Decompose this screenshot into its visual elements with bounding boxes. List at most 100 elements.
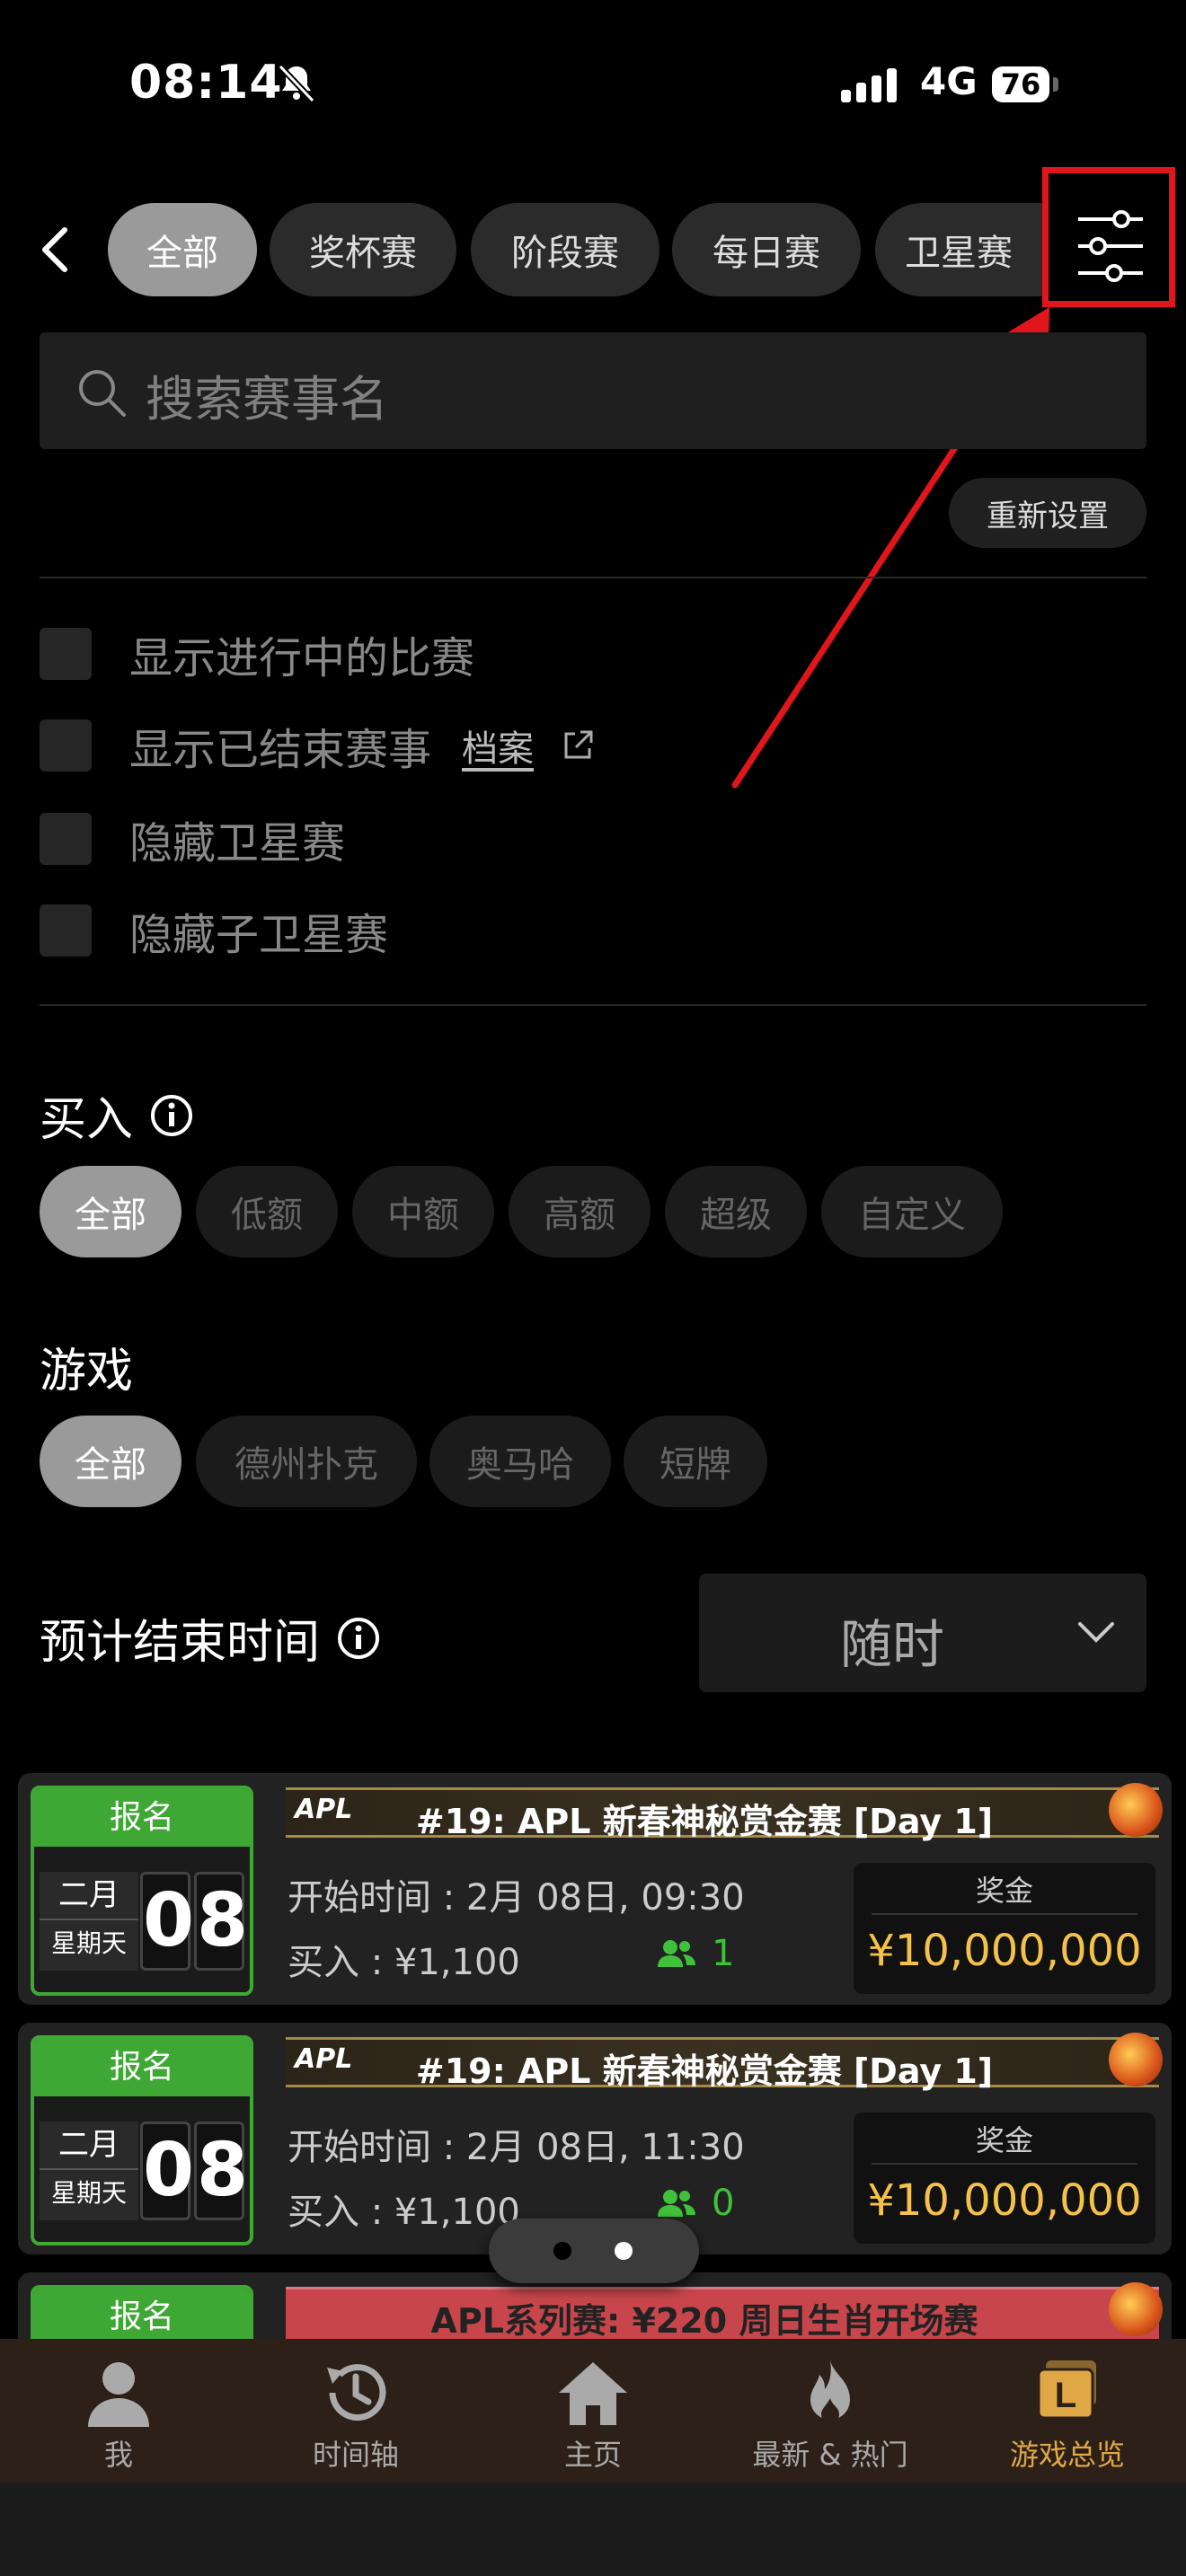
date-block: 报名 二月 星期天 0 8 (31, 2035, 253, 2245)
chevron-down-icon (1078, 1622, 1114, 1643)
register-label[interactable]: 报名 (34, 2039, 250, 2096)
buyin-section-title: 买入 (40, 1081, 194, 1149)
game-chip-all[interactable]: 全部 (40, 1416, 181, 1507)
register-label[interactable]: 报名 (34, 2289, 250, 2346)
game-chip-shortdeck[interactable]: 短牌 (624, 1416, 767, 1507)
highlight-box (1042, 167, 1175, 307)
info-icon[interactable] (149, 1093, 194, 1138)
register-label[interactable]: 报名 (34, 1789, 250, 1847)
buyin-title: 买入 (40, 1093, 134, 1147)
prize-value: ¥10,000,000 (867, 2175, 1142, 2226)
start-time: 开始时间 : 2月 08日, 11:30 (288, 2127, 745, 2168)
prize-value: ¥10,000,000 (867, 1926, 1142, 1976)
month: 二月 (40, 2122, 138, 2170)
home-icon (559, 2362, 627, 2425)
checkbox-row-live[interactable]: 显示进行中的比赛 (40, 627, 474, 684)
reset-button[interactable]: 重新设置 (949, 478, 1146, 548)
svg-text:L: L (1055, 2376, 1076, 2415)
nav-label: 我 (103, 2438, 133, 2472)
network-label: 4G (920, 59, 978, 103)
divider (40, 1004, 1146, 1006)
checkbox-row-ended[interactable]: 显示已结束赛事 档案 (40, 719, 595, 775)
game-title: 游戏 (40, 1345, 134, 1398)
back-arrow-icon[interactable] (36, 225, 75, 275)
checkbox[interactable] (40, 719, 92, 772)
tournament-title: #19: APL 新春神秘赏金赛 [Day 1] (415, 1802, 994, 1841)
page-dot-active[interactable] (615, 2242, 633, 2260)
nav-me[interactable]: 我 (0, 2339, 237, 2483)
nav-label: 最新 & 热门 (752, 2438, 908, 2472)
checkbox-row-hide-satellite[interactable]: 隐藏卫星赛 (40, 812, 345, 869)
bell-muted-icon (278, 64, 315, 103)
date-block: 报名 二月 星期天 0 8 (31, 1786, 253, 1996)
search-input[interactable]: 搜索赛事名 (40, 332, 1146, 449)
nav-label: 主页 (563, 2438, 622, 2472)
person-icon (88, 2362, 149, 2427)
buyin-chip-high[interactable]: 高额 (509, 1166, 651, 1257)
tab-daily[interactable]: 每日赛 (672, 203, 861, 296)
month: 二月 (40, 1872, 138, 1920)
day-digit: 8 (194, 1872, 248, 1971)
tournament-title: APL系列赛: ¥220 周日生肖开场赛 (430, 2301, 978, 2341)
calendar: 二月 星期天 (40, 1872, 138, 1971)
bottom-nav: 我 时间轴 主页 最新 & 热门 L 游戏总览 (0, 2339, 1186, 2483)
checkbox[interactable] (40, 813, 92, 865)
end-time-value: 随时 (839, 1614, 944, 1675)
end-time-section: 预计结束时间 (40, 1604, 381, 1672)
tab-satellite[interactable]: 卫星赛 (875, 203, 1042, 296)
checkbox[interactable] (40, 904, 92, 957)
game-chip-holdem[interactable]: 德州扑克 (196, 1416, 417, 1507)
players-icon (658, 2190, 695, 2217)
lobby-icon: L (1037, 2360, 1096, 2420)
archive-link[interactable]: 档案 (462, 719, 534, 772)
buyin-chip-all[interactable]: 全部 (40, 1166, 181, 1257)
checkbox[interactable] (40, 628, 92, 680)
info-icon[interactable] (336, 1616, 381, 1661)
tab-stage[interactable]: 阶段赛 (471, 203, 659, 296)
player-count: 1 (656, 1933, 734, 1974)
buyin-chip-custom[interactable]: 自定义 (821, 1166, 1003, 1257)
prize-box: 奖金 ¥10,000,000 (854, 2113, 1155, 2244)
tab-trophy[interactable]: 奖杯赛 (270, 203, 456, 296)
prize-label: 奖金 (975, 2123, 1033, 2157)
search-icon (79, 370, 126, 417)
buyin-chip-mid[interactable]: 中额 (352, 1166, 494, 1257)
home-indicator-area (0, 2483, 1186, 2576)
prize-label: 奖金 (975, 1874, 1033, 1908)
buyin-chip-low[interactable]: 低额 (196, 1166, 338, 1257)
start-time: 开始时间 : 2月 08日, 09:30 (288, 1877, 745, 1919)
coin-icon (1109, 2282, 1163, 2336)
day-digit: 8 (194, 2122, 248, 2220)
game-chip-omaha[interactable]: 奥马哈 (429, 1416, 611, 1507)
weekday: 星期天 (50, 2178, 127, 2208)
end-time-dropdown[interactable]: 随时 (699, 1574, 1146, 1692)
page-indicator[interactable] (489, 2219, 699, 2283)
calendar: 二月 星期天 (40, 2122, 138, 2220)
tournament-card[interactable]: 报名 二月 星期天 0 8 APL #19: APL 新春神秘赏金赛 [Day … (18, 1773, 1172, 2005)
nav-trending[interactable]: 最新 & 热门 (712, 2339, 949, 2483)
checkbox-label: 显示进行中的比赛 (129, 633, 475, 684)
weekday: 星期天 (50, 1928, 127, 1958)
buyin-chip-super[interactable]: 超级 (665, 1166, 807, 1257)
page-dot[interactable] (553, 2242, 571, 2260)
checkbox-label: 隐藏卫星赛 (129, 818, 346, 869)
title-banner: APL #19: APL 新春神秘赏金赛 [Day 1] (286, 1783, 1163, 1841)
battery-cap (1053, 77, 1058, 92)
signal-icon (841, 68, 902, 102)
status-time: 08:14 (129, 56, 283, 110)
checkbox-row-hide-subsatellite[interactable]: 隐藏子卫星赛 (40, 904, 388, 960)
nav-home[interactable]: 主页 (474, 2339, 712, 2483)
nav-timeline[interactable]: 时间轴 (237, 2339, 474, 2483)
coin-icon (1109, 1783, 1163, 1837)
nav-lobby[interactable]: L 游戏总览 (949, 2339, 1186, 2483)
external-link-icon[interactable] (561, 728, 595, 763)
coin-icon (1109, 2033, 1163, 2086)
battery-icon: 76 (992, 66, 1049, 102)
tab-all[interactable]: 全部 (108, 203, 257, 296)
buyin-amount: 买入 : ¥1,100 (288, 2192, 520, 2233)
title-banner: APL #19: APL 新春神秘赏金赛 [Day 1] (286, 2033, 1163, 2091)
player-count-value: 0 (712, 2183, 735, 2224)
prize-divider (872, 2163, 1137, 2165)
game-section-title: 游戏 (40, 1333, 133, 1400)
nav-label: 时间轴 (312, 2438, 399, 2472)
